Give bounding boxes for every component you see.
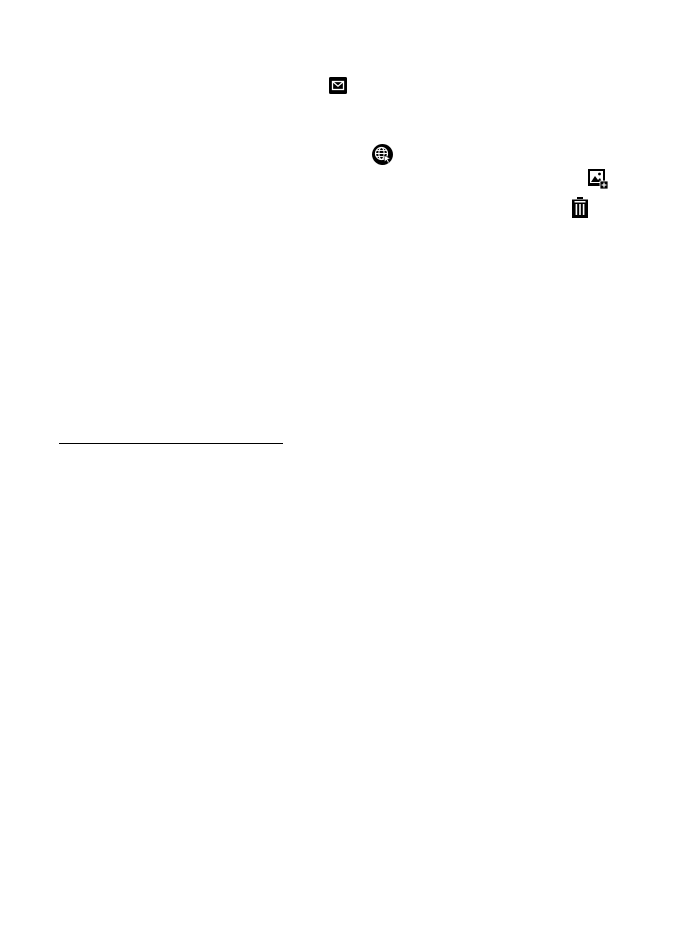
globe-icon — [372, 144, 393, 165]
document-page: { "page": { "background_color": "#ffffff… — [0, 0, 680, 942]
footnote-rule — [59, 443, 283, 444]
image-add-icon — [588, 169, 608, 189]
mail-icon — [329, 77, 347, 94]
trash-icon — [572, 197, 588, 218]
